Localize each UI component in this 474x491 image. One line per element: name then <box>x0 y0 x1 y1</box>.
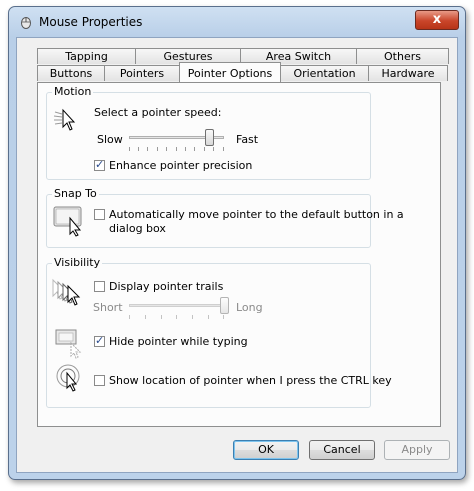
hide-pointer-checkbox[interactable]: ✓ <box>94 334 105 347</box>
pointer-trails-checkbox[interactable] <box>94 281 105 292</box>
mouse-app-icon <box>21 17 31 29</box>
motion-group: Motion Select a pointer speed: Slow Fast… <box>46 85 371 180</box>
snap-to-icon <box>53 206 82 237</box>
dialog-client-area: Tapping Gestures Area Switch Others Buttons… <box>16 37 458 473</box>
trail-length-ticks <box>129 315 224 319</box>
tab-pointers[interactable]: Pointers <box>104 65 180 81</box>
show-location-icon <box>56 364 80 392</box>
tab-orientation[interactable]: Orientation <box>280 65 369 81</box>
enhance-precision-label[interactable]: Enhance pointer precision <box>109 159 252 172</box>
cancel-button[interactable]: Cancel <box>309 440 375 460</box>
tab-tapping[interactable]: Tapping <box>37 48 136 64</box>
snap-to-label-line2[interactable]: dialog box <box>109 222 166 235</box>
pointer-speed-prompt: Select a pointer speed: <box>94 106 222 119</box>
tab-row-bottom: Buttons Pointers Pointer Options Orientatio… <box>37 62 448 82</box>
trail-length-slider[interactable] <box>219 297 229 314</box>
apply-button[interactable]: Apply <box>384 440 450 460</box>
motion-group-label: Motion <box>52 85 94 98</box>
pointer-speed-ticks <box>129 147 224 151</box>
show-location-checkbox[interactable] <box>94 375 105 386</box>
trail-short-label: Short <box>93 301 123 314</box>
pointer-options-panel: Motion Select a pointer speed: Slow Fast… <box>37 82 441 427</box>
show-location-label[interactable]: Show location of pointer when I press th… <box>109 374 392 387</box>
pointer-speed-icon <box>53 108 76 131</box>
window-title: Mouse Properties <box>39 15 143 29</box>
mouse-properties-window: Mouse Properties x Tapping Gestures Area S… <box>8 6 466 480</box>
pointer-trails-label[interactable]: Display pointer trails <box>109 280 223 293</box>
hide-pointer-label[interactable]: Hide pointer while typing <box>109 335 248 348</box>
check-icon: ✓ <box>95 334 105 347</box>
snap-to-group-label: Snap To <box>52 187 99 200</box>
tab-others[interactable]: Others <box>356 48 449 64</box>
speed-fast-label: Fast <box>236 133 259 146</box>
ok-button[interactable]: OK <box>233 440 299 460</box>
speed-slow-label: Slow <box>97 133 123 146</box>
snap-to-group: Snap To Automatically move pointer to th… <box>46 187 404 248</box>
snap-to-checkbox[interactable] <box>94 209 105 220</box>
enhance-precision-checkbox[interactable]: ✓ <box>94 158 105 171</box>
close-button[interactable]: x <box>415 10 459 30</box>
hide-pointer-icon <box>55 329 82 359</box>
tab-pointer-options[interactable]: Pointer Options <box>179 62 281 82</box>
check-icon: ✓ <box>95 158 105 171</box>
trail-long-label: Long <box>236 301 263 314</box>
tab-hardware[interactable]: Hardware <box>368 65 448 81</box>
visibility-group: Visibility Display pointer trails Short <box>46 256 392 408</box>
tab-buttons[interactable]: Buttons <box>37 65 105 81</box>
close-icon: x <box>432 12 442 27</box>
trail-length-track <box>129 304 224 307</box>
pointer-trails-icon <box>52 278 81 306</box>
snap-to-label-line1[interactable]: Automatically move pointer to the defaul… <box>109 208 404 221</box>
visibility-group-label: Visibility <box>52 256 103 269</box>
title-bar[interactable]: Mouse Properties x <box>9 7 465 37</box>
pointer-speed-slider[interactable] <box>205 129 215 146</box>
